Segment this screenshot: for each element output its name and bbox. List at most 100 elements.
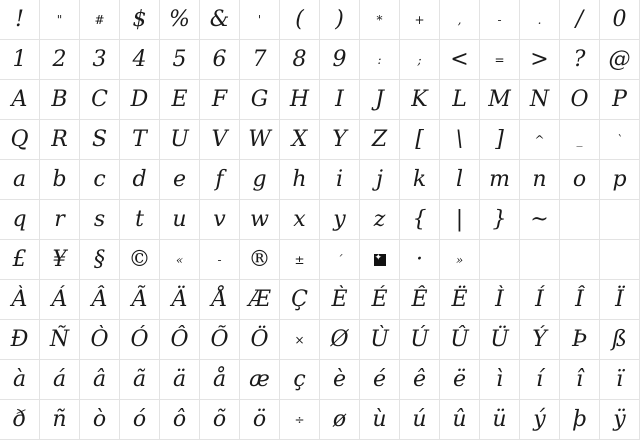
- glyph-cell: P: [600, 80, 640, 120]
- glyph-cell: 8: [280, 40, 320, 80]
- glyph-cell: ®: [240, 240, 280, 280]
- glyph-cell: ò: [80, 400, 120, 440]
- glyph-cell: Õ: [200, 320, 240, 360]
- glyph-cell: æ: [240, 360, 280, 400]
- glyph-cell: `: [600, 120, 640, 160]
- glyph-cell: 9: [320, 40, 360, 80]
- glyph-cell: §: [80, 240, 120, 280]
- glyph-cell: e: [160, 160, 200, 200]
- glyph-cell: W: [240, 120, 280, 160]
- glyph-cell: [480, 240, 520, 280]
- glyph-cell: <: [440, 40, 480, 80]
- glyph-cell: >: [520, 40, 560, 80]
- glyph-cell: #: [80, 0, 120, 40]
- glyph-cell: [600, 200, 640, 240]
- glyph-cell: (: [280, 0, 320, 40]
- glyph-cell: ö: [240, 400, 280, 440]
- glyph-cell: {: [400, 200, 440, 240]
- glyph-cell: M: [480, 80, 520, 120]
- glyph-cell: U: [160, 120, 200, 160]
- glyph-cell: a: [0, 160, 40, 200]
- glyph-cell: Y: [320, 120, 360, 160]
- glyph-cell: I: [320, 80, 360, 120]
- glyph-cell: Ð: [0, 320, 40, 360]
- glyph-cell: Ç: [280, 280, 320, 320]
- glyph-cell: [560, 200, 600, 240]
- glyph-cell: _: [560, 120, 600, 160]
- glyph-cell: Ö: [240, 320, 280, 360]
- glyph-cell: .: [520, 0, 560, 40]
- glyph-cell: [560, 240, 600, 280]
- glyph-cell: ù: [360, 400, 400, 440]
- glyph-cell: L: [440, 80, 480, 120]
- glyph-cell: j: [360, 160, 400, 200]
- glyph-cell: R: [40, 120, 80, 160]
- glyph-cell: q: [0, 200, 40, 240]
- glyph-cell: È: [320, 280, 360, 320]
- glyph-cell: Ã: [120, 280, 160, 320]
- glyph-cell: Ó: [120, 320, 160, 360]
- glyph-cell: é: [360, 360, 400, 400]
- glyph-cell: Ø: [320, 320, 360, 360]
- glyph-cell: N: [520, 80, 560, 120]
- glyph-cell: Î: [560, 280, 600, 320]
- glyph-cell: É: [360, 280, 400, 320]
- glyph-cell: $: [120, 0, 160, 40]
- glyph-cell: õ: [200, 400, 240, 440]
- glyph-cell: d: [120, 160, 160, 200]
- glyph-cell: [520, 240, 560, 280]
- glyph-cell: ý: [520, 400, 560, 440]
- glyph-cell: à: [0, 360, 40, 400]
- glyph-cell: ±: [280, 240, 320, 280]
- glyph-cell: A: [0, 80, 40, 120]
- glyph-cell: m: [480, 160, 520, 200]
- glyph-cell: 0: [600, 0, 640, 40]
- glyph-cell: ç: [280, 360, 320, 400]
- glyph-cell: Ë: [440, 280, 480, 320]
- glyph-cell: }: [480, 200, 520, 240]
- glyph-cell: k: [400, 160, 440, 200]
- glyph-cell: £: [0, 240, 40, 280]
- glyph-cell: -: [200, 240, 240, 280]
- glyph-cell: x: [280, 200, 320, 240]
- glyph-cell: f: [200, 160, 240, 200]
- glyph-cell: ü: [480, 400, 520, 440]
- glyph-cell: b: [40, 160, 80, 200]
- glyph-cell: O: [560, 80, 600, 120]
- glyph-cell: E: [160, 80, 200, 120]
- glyph-cell: o: [560, 160, 600, 200]
- glyph-cell: 2: [40, 40, 80, 80]
- glyph-cell: ": [40, 0, 80, 40]
- glyph-cell: Í: [520, 280, 560, 320]
- glyph-cell: [600, 240, 640, 280]
- glyph-cell: s: [80, 200, 120, 240]
- glyph-cell: Ò: [80, 320, 120, 360]
- glyph-cell: n: [520, 160, 560, 200]
- glyph-cell: Ñ: [40, 320, 80, 360]
- glyph-cell: í: [520, 360, 560, 400]
- glyph-cell: l: [440, 160, 480, 200]
- glyph-cell: ©: [120, 240, 160, 280]
- glyph-cell: Û: [440, 320, 480, 360]
- glyph-cell: û: [440, 400, 480, 440]
- glyph-cell: /: [560, 0, 600, 40]
- glyph-cell: [360, 240, 400, 280]
- glyph-cell: ): [320, 0, 360, 40]
- glyph-cell: ^: [520, 120, 560, 160]
- glyph-cell: Þ: [560, 320, 600, 360]
- glyph-cell: ñ: [40, 400, 80, 440]
- glyph-cell: ×: [280, 320, 320, 360]
- glyph-cell: &: [200, 0, 240, 40]
- glyph-cell: ': [240, 0, 280, 40]
- glyph-cell: t: [120, 200, 160, 240]
- glyph-cell: Ù: [360, 320, 400, 360]
- glyph-cell: »: [440, 240, 480, 280]
- glyph-cell: â: [80, 360, 120, 400]
- glyph-cell: X: [280, 120, 320, 160]
- glyph-cell: |: [440, 200, 480, 240]
- glyph-cell: ì: [480, 360, 520, 400]
- glyph-cell: ?: [560, 40, 600, 80]
- glyph-cell: Á: [40, 280, 80, 320]
- glyph-cell: -: [480, 0, 520, 40]
- glyph-cell: [: [400, 120, 440, 160]
